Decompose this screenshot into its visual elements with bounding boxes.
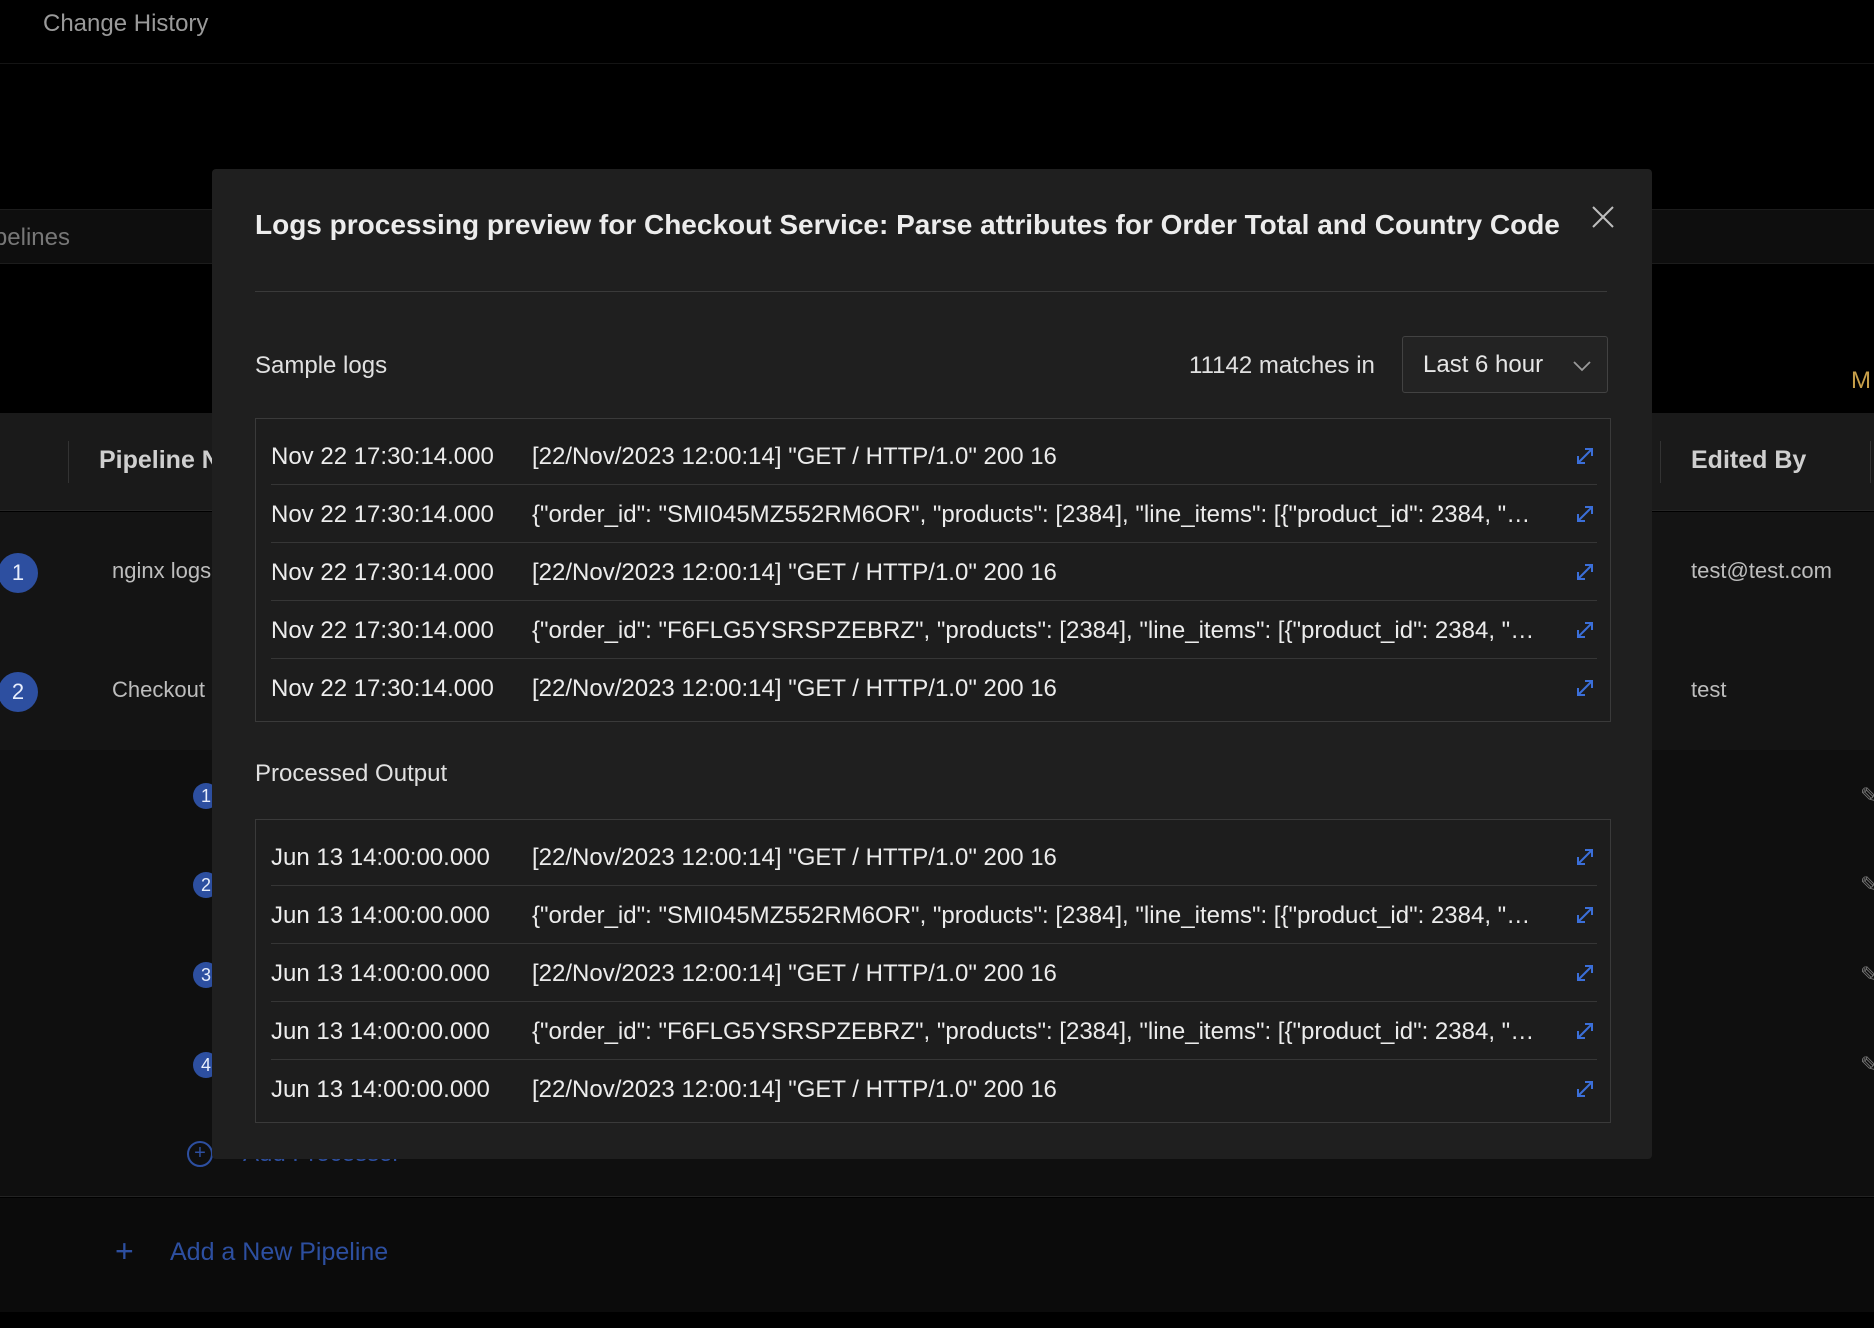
log-message: [22/Nov/2023 12:00:14] "GET / HTTP/1.0" … (532, 844, 1057, 871)
edit-icon[interactable]: ✎ (1860, 872, 1874, 894)
list-item[interactable]: Nov 22 17:30:14.000 {"order_id": "F6FLG5… (271, 601, 1597, 659)
close-button[interactable] (1587, 201, 1619, 233)
log-message: [22/Nov/2023 12:00:14] "GET / HTTP/1.0" … (532, 559, 1057, 586)
log-message: [22/Nov/2023 12:00:14] "GET / HTTP/1.0" … (532, 675, 1057, 702)
list-item[interactable]: Jun 13 14:00:00.000 {"order_id": "SMI045… (271, 886, 1597, 944)
edit-icon[interactable]: ✎ (1860, 962, 1874, 984)
log-message: {"order_id": "F6FLG5YSRSPZEBRZ", "produc… (532, 1018, 1540, 1045)
log-timestamp: Jun 13 14:00:00.000 (271, 844, 490, 871)
expand-icon[interactable] (1574, 503, 1596, 525)
time-range-value: Last 6 hour (1423, 351, 1544, 378)
list-item[interactable]: Jun 13 14:00:00.000 [22/Nov/2023 12:00:1… (271, 1060, 1597, 1118)
list-item[interactable]: Jun 13 14:00:00.000 [22/Nov/2023 12:00:1… (271, 944, 1597, 1002)
modal-title: Logs processing preview for Checkout Ser… (255, 209, 1560, 240)
column-header-pipeline-name: Pipeline Name (99, 446, 219, 474)
list-item[interactable]: Nov 22 17:30:14.000 [22/Nov/2023 12:00:1… (271, 543, 1597, 601)
chevron-down-icon (1573, 361, 1591, 372)
list-item[interactable]: Nov 22 17:30:14.000 {"order_id": "SMI045… (271, 485, 1597, 543)
truncated-link[interactable]: M (1851, 367, 1874, 395)
edited-by: test (1691, 677, 1727, 702)
plus-circle-icon[interactable]: + (187, 1141, 213, 1167)
column-divider (1660, 441, 1661, 483)
expand-icon[interactable] (1574, 561, 1596, 583)
expand-icon[interactable] (1574, 677, 1596, 699)
list-item[interactable]: Nov 22 17:30:14.000 [22/Nov/2023 12:00:1… (271, 659, 1597, 717)
log-message: [22/Nov/2023 12:00:14] "GET / HTTP/1.0" … (532, 960, 1057, 987)
expand-icon[interactable] (1574, 619, 1596, 641)
expand-icon[interactable] (1574, 1020, 1596, 1042)
log-timestamp: Nov 22 17:30:14.000 (271, 675, 494, 702)
add-new-pipeline-button[interactable]: Add a New Pipeline (170, 1238, 388, 1267)
sample-logs-list: Nov 22 17:30:14.000 [22/Nov/2023 12:00:1… (255, 418, 1611, 722)
pipeline-name: Checkout Service (112, 677, 215, 702)
log-timestamp: Nov 22 17:30:14.000 (271, 501, 494, 528)
close-icon (1592, 206, 1614, 228)
expand-icon[interactable] (1574, 904, 1596, 926)
log-timestamp: Jun 13 14:00:00.000 (271, 1076, 490, 1103)
log-timestamp: Nov 22 17:30:14.000 (271, 617, 494, 644)
log-timestamp: Jun 13 14:00:00.000 (271, 902, 490, 929)
time-range-select[interactable]: Last 6 hour (1402, 336, 1608, 393)
edit-icon[interactable]: ✎ (1860, 783, 1874, 805)
pipelines-footer: + Add a New Pipeline (0, 1198, 1874, 1312)
edit-icon[interactable]: ✎ (1860, 1052, 1874, 1074)
tab-change-history[interactable]: Change History (43, 10, 208, 38)
log-timestamp: Jun 13 14:00:00.000 (271, 960, 490, 987)
list-item[interactable]: Jun 13 14:00:00.000 {"order_id": "F6FLG5… (271, 1002, 1597, 1060)
sample-logs-label: Sample logs (255, 352, 388, 379)
plus-icon[interactable]: + (115, 1233, 134, 1270)
list-item[interactable]: Jun 13 14:00:00.000 [22/Nov/2023 12:00:1… (271, 828, 1597, 886)
log-timestamp: Jun 13 14:00:00.000 (271, 1018, 490, 1045)
breadcrumb[interactable]: Pipelines (0, 224, 70, 252)
log-message: [22/Nov/2023 12:00:14] "GET / HTTP/1.0" … (532, 443, 1057, 470)
log-message: {"order_id": "F6FLG5YSRSPZEBRZ", "produc… (532, 617, 1540, 644)
column-divider (68, 441, 69, 483)
log-timestamp: Nov 22 17:30:14.000 (271, 559, 494, 586)
log-timestamp: Nov 22 17:30:14.000 (271, 443, 494, 470)
expand-icon[interactable] (1574, 445, 1596, 467)
pipeline-name: nginx logs (112, 558, 212, 583)
expand-icon[interactable] (1574, 1078, 1596, 1100)
page-header: Change History (0, 0, 1874, 64)
processed-output-list: Jun 13 14:00:00.000 [22/Nov/2023 12:00:1… (255, 819, 1611, 1123)
row-number-badge: 2 (0, 672, 38, 712)
logs-preview-modal: Logs processing preview for Checkout Ser… (212, 169, 1652, 1159)
expand-icon[interactable] (1574, 962, 1596, 984)
column-header-edited-by: Edited By (1691, 446, 1807, 474)
title-divider (255, 291, 1607, 292)
edited-by: test@test.com (1691, 558, 1832, 583)
list-item[interactable]: Nov 22 17:30:14.000 [22/Nov/2023 12:00:1… (271, 427, 1597, 485)
log-message: [22/Nov/2023 12:00:14] "GET / HTTP/1.0" … (532, 1076, 1057, 1103)
expand-icon[interactable] (1574, 846, 1596, 868)
log-message: {"order_id": "SMI045MZ552RM6OR", "produc… (532, 501, 1540, 528)
processed-output-label: Processed Output (255, 760, 448, 787)
column-divider (1870, 441, 1871, 483)
row-number-badge: 1 (0, 553, 38, 593)
log-message: {"order_id": "SMI045MZ552RM6OR", "produc… (532, 902, 1540, 929)
